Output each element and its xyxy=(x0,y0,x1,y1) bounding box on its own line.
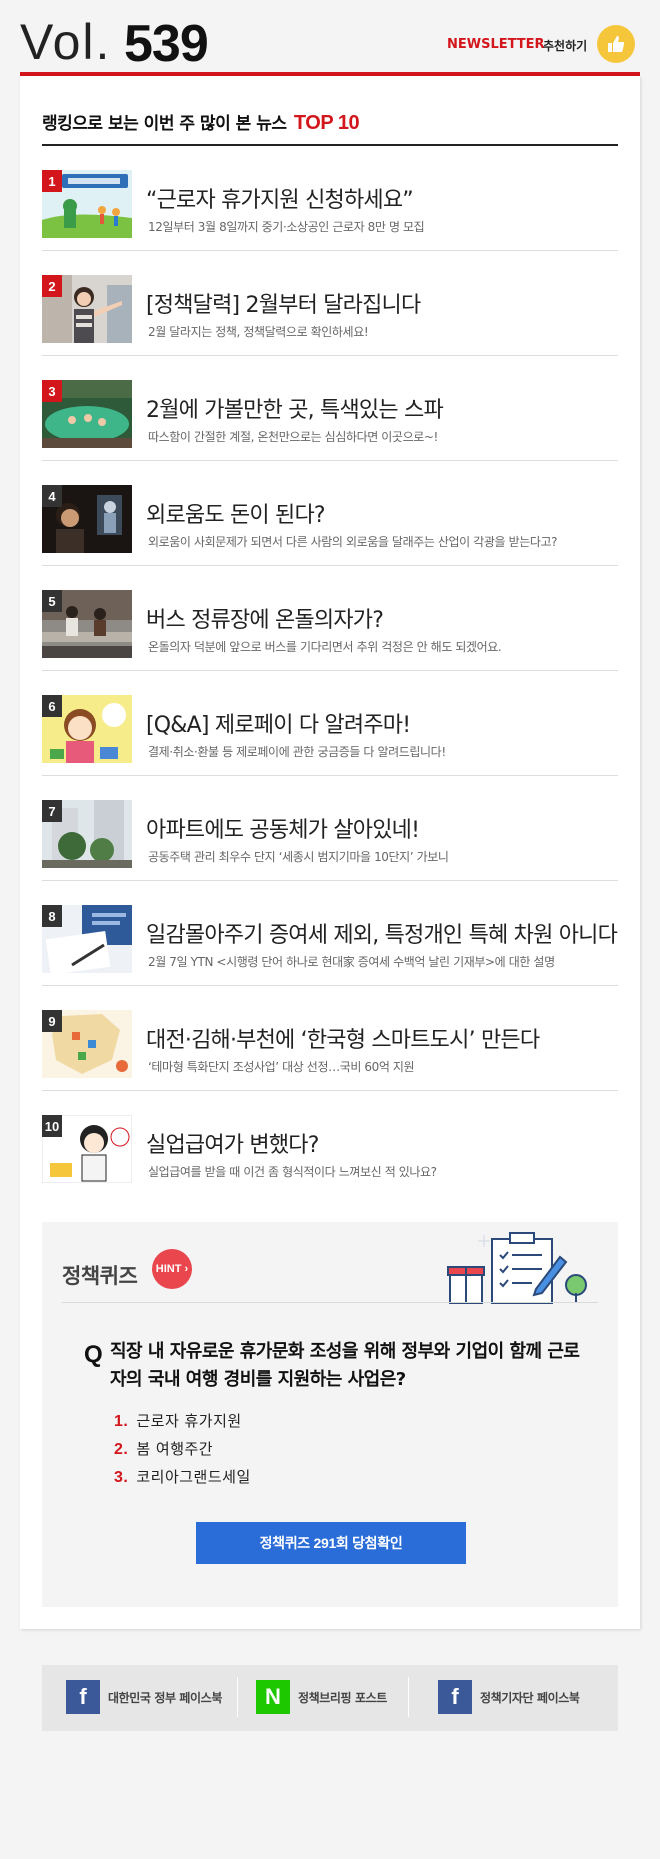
top10-label: TOP 10 xyxy=(293,112,360,134)
hint-button[interactable]: HINT › xyxy=(152,1249,192,1289)
rank-badge: 2 xyxy=(42,275,62,297)
naver-post-link[interactable]: N 정책브리핑 포스트 xyxy=(256,1679,387,1715)
rank-badge: 6 xyxy=(42,695,62,717)
newsletter-card: 랭킹으로 보는 이번 주 많이 본 뉴스 TOP 10 1 “근로자 휴가지원 … xyxy=(20,76,640,1629)
news-description: 따스함이 간절한 계절, 온천만으로는 심심하다면 이곳으로~! xyxy=(148,430,438,444)
quiz-result-button[interactable]: 정책퀴즈 291회 당첨확인 xyxy=(196,1522,466,1564)
news-item-10[interactable]: 10 실업급여가 변했다? 실업급여를 받을 때 이건 좀 형식적이다 느껴보신… xyxy=(42,1091,618,1196)
news-item-4[interactable]: 4 외로움도 돈이 된다? 외로움이 사회문제가 되면서 다른 사람의 외로움을… xyxy=(42,461,618,566)
quiz-option-3: 3. 코리아그랜드세일 xyxy=(114,1466,251,1487)
news-headline[interactable]: 버스 정류장에 온돌의자가? xyxy=(146,602,384,634)
news-description: 결제·취소·환불 등 제로페이에 관한 궁금증들 다 알려드립니다! xyxy=(148,745,446,759)
ranking-title: 랭킹으로 보는 이번 주 많이 본 뉴스 TOP 10 xyxy=(42,109,360,135)
rank-badge: 5 xyxy=(42,590,62,612)
facebook-icon: f xyxy=(66,1680,100,1714)
news-item-1[interactable]: 1 “근로자 휴가지원 신청하세요” 12일부터 3월 8일까지 중기·소상공인… xyxy=(42,146,618,251)
news-thumbnail[interactable]: 3 xyxy=(42,380,132,448)
news-item-8[interactable]: 8 일감몰아주기 증여세 제외, 특정개인 특혜 차원 아니다 2월 7일 YT… xyxy=(42,881,618,986)
option-number: 2. xyxy=(114,1441,129,1458)
facebook-icon: f xyxy=(438,1680,472,1714)
news-description: 2월 7일 YTN <시행령 단어 하나로 현대家 증여세 수백억 날린 기재부… xyxy=(148,955,555,969)
news-description: 외로움이 사회문제가 되면서 다른 사람의 외로움을 달래주는 산업이 각광을 … xyxy=(148,535,558,549)
quiz-divider xyxy=(62,1302,598,1303)
facebook-gov-link[interactable]: f 대한민국 정부 페이스북 xyxy=(66,1679,222,1715)
news-headline[interactable]: 대전·김해·부천에 ‘한국형 스마트도시’ 만든다 xyxy=(146,1022,540,1054)
news-headline[interactable]: 아파트에도 공동체가 살아있네! xyxy=(146,812,420,844)
rank-badge: 10 xyxy=(42,1115,62,1137)
quiz-question: 직장 내 자유로운 휴가문화 조성을 위해 정부와 기업이 함께 근로자의 국내… xyxy=(110,1341,580,1390)
news-description: 온돌의자 덕분에 앞으로 버스를 기다리면서 추위 걱정은 안 해도 되겠어요. xyxy=(148,640,502,654)
news-item-9[interactable]: 9 대전·김해·부천에 ‘한국형 스마트도시’ 만든다 ‘테마형 특화단지 조성… xyxy=(42,986,618,1091)
news-thumbnail[interactable]: 6 xyxy=(42,695,132,763)
rank-badge: 9 xyxy=(42,1010,62,1032)
option-text: 봄 여행주간 xyxy=(136,1440,214,1458)
news-item-5[interactable]: 5 버스 정류장에 온돌의자가? 온돌의자 덕분에 앞으로 버스를 기다리면서 … xyxy=(42,566,618,671)
news-headline[interactable]: 2월에 가볼만한 곳, 특색있는 스파 xyxy=(146,392,444,424)
footer-divider xyxy=(237,1677,238,1717)
option-text: 코리아그랜드세일 xyxy=(136,1468,251,1486)
option-number: 1. xyxy=(114,1413,129,1430)
volume-number: 539 xyxy=(124,15,209,73)
news-thumbnail[interactable]: 9 xyxy=(42,1010,132,1078)
news-description: ‘테마형 특화단지 조성사업’ 대상 선정…국비 60억 지원 xyxy=(148,1060,415,1074)
news-thumbnail[interactable]: 7 xyxy=(42,800,132,868)
newsletter-header: Vol. 539 NEWSLETTER 추천하기 xyxy=(0,0,660,80)
quiz-option-1: 1. 근로자 휴가지원 xyxy=(114,1410,242,1431)
ranking-title-text: 랭킹으로 보는 이번 주 많이 본 뉴스 xyxy=(42,114,287,134)
news-headline[interactable]: [Q&A] 제로페이 다 알려주마! xyxy=(146,707,411,739)
news-item-6[interactable]: 6 [Q&A] 제로페이 다 알려주마! 결제·취소·환불 등 제로페이에 관한… xyxy=(42,671,618,776)
naver-icon: N xyxy=(256,1680,290,1714)
news-description: 실업급여를 받을 때 이건 좀 형식적이다 느껴보신 적 있나요? xyxy=(148,1165,437,1179)
news-thumbnail[interactable]: 2 xyxy=(42,275,132,343)
footer-divider xyxy=(408,1677,409,1717)
policy-quiz: 정책퀴즈 HINT › Q 직장 내 자유로운 휴가문화 조성을 위해 정부와 … xyxy=(42,1222,618,1607)
social-footer: f 대한민국 정부 페이스북 N 정책브리핑 포스트 f 정책기자단 페이스북 xyxy=(42,1665,618,1731)
question-mark-label: Q xyxy=(84,1341,103,1368)
recommend-label[interactable]: 추천하기 xyxy=(543,37,587,54)
rank-badge: 3 xyxy=(42,380,62,402)
footer-link-label[interactable]: 정책브리핑 포스트 xyxy=(298,1689,387,1706)
news-headline[interactable]: [정책달력] 2월부터 달라집니다 xyxy=(146,287,421,319)
news-thumbnail[interactable]: 10 xyxy=(42,1115,132,1183)
news-headline[interactable]: 일감몰아주기 증여세 제외, 특정개인 특혜 차원 아니다 xyxy=(146,917,618,949)
volume-label: Vol. xyxy=(20,14,112,70)
thumbs-up-icon[interactable] xyxy=(597,25,635,63)
rank-badge: 1 xyxy=(42,170,62,192)
quiz-title: 정책퀴즈 xyxy=(62,1264,138,1288)
news-thumbnail[interactable]: 1 xyxy=(42,170,132,238)
news-description: 2월 달라지는 정책, 정책달력으로 확인하세요! xyxy=(148,325,369,339)
news-description: 공동주택 관리 최우수 단지 ‘세종시 범지기마을 10단지’ 가보니 xyxy=(148,850,449,864)
news-item-7[interactable]: 7 아파트에도 공동체가 살아있네! 공동주택 관리 최우수 단지 ‘세종시 범… xyxy=(42,776,618,881)
option-number: 3. xyxy=(114,1469,129,1486)
rank-badge: 8 xyxy=(42,905,62,927)
news-thumbnail[interactable]: 4 xyxy=(42,485,132,553)
footer-link-label[interactable]: 대한민국 정부 페이스북 xyxy=(108,1689,222,1706)
rank-badge: 7 xyxy=(42,800,62,822)
footer-link-label[interactable]: 정책기자단 페이스북 xyxy=(480,1689,580,1706)
rank-badge: 4 xyxy=(42,485,62,507)
clipboard-icon xyxy=(444,1227,594,1305)
quiz-option-2: 2. 봄 여행주간 xyxy=(114,1438,213,1459)
news-headline[interactable]: 실업급여가 변했다? xyxy=(146,1127,319,1159)
news-headline[interactable]: 외로움도 돈이 된다? xyxy=(146,497,326,529)
facebook-reporters-link[interactable]: f 정책기자단 페이스북 xyxy=(438,1679,580,1715)
option-text: 근로자 휴가지원 xyxy=(136,1412,242,1430)
news-description: 12일부터 3월 8일까지 중기·소상공인 근로자 8만 명 모집 xyxy=(148,220,425,234)
news-item-2[interactable]: 2 [정책달력] 2월부터 달라집니다 2월 달라지는 정책, 정책달력으로 확… xyxy=(42,251,618,356)
news-thumbnail[interactable]: 8 xyxy=(42,905,132,973)
news-headline[interactable]: “근로자 휴가지원 신청하세요” xyxy=(146,182,414,214)
news-thumbnail[interactable]: 5 xyxy=(42,590,132,658)
newsletter-label[interactable]: NEWSLETTER xyxy=(447,37,545,52)
news-item-3[interactable]: 3 2월에 가볼만한 곳, 특색있는 스파 따스함이 간절한 계절, 온천만으로… xyxy=(42,356,618,461)
